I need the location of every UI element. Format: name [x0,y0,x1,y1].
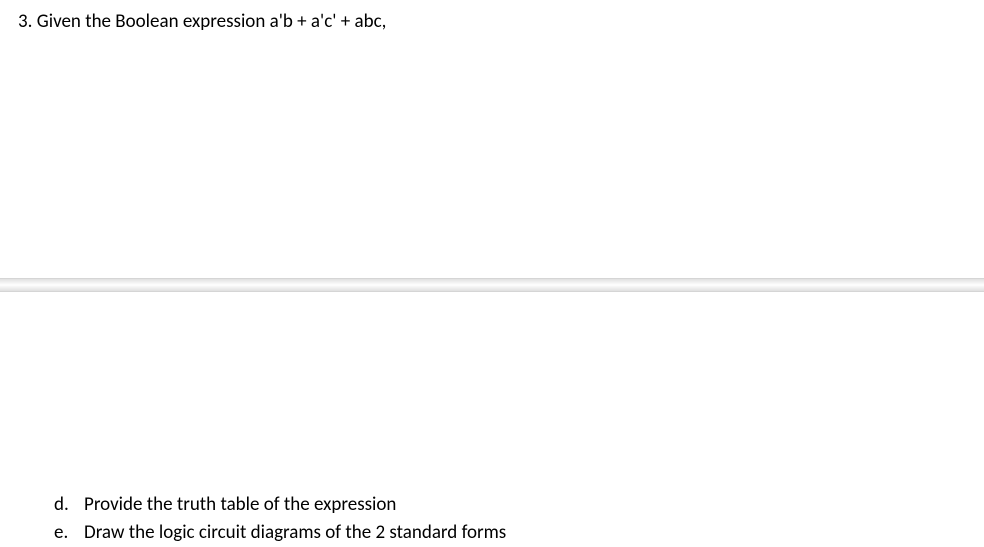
subitem-list: d. Provide the truth table of the expres… [54,492,506,547]
question-number: 3. [18,10,32,33]
page-divider [0,278,984,292]
question-prompt: Given the Boolean expression a'b + a'c' … [37,10,387,33]
question-header: 3. Given the Boolean expression a'b + a'… [18,10,386,33]
subitem-text: Draw the logic circuit diagrams of the 2… [84,520,506,546]
list-item: d. Provide the truth table of the expres… [54,492,506,518]
list-item: e. Draw the logic circuit diagrams of th… [54,520,506,546]
subitem-letter: d. [54,492,84,518]
subitem-text: Provide the truth table of the expressio… [84,492,506,518]
subitem-letter: e. [54,520,84,546]
